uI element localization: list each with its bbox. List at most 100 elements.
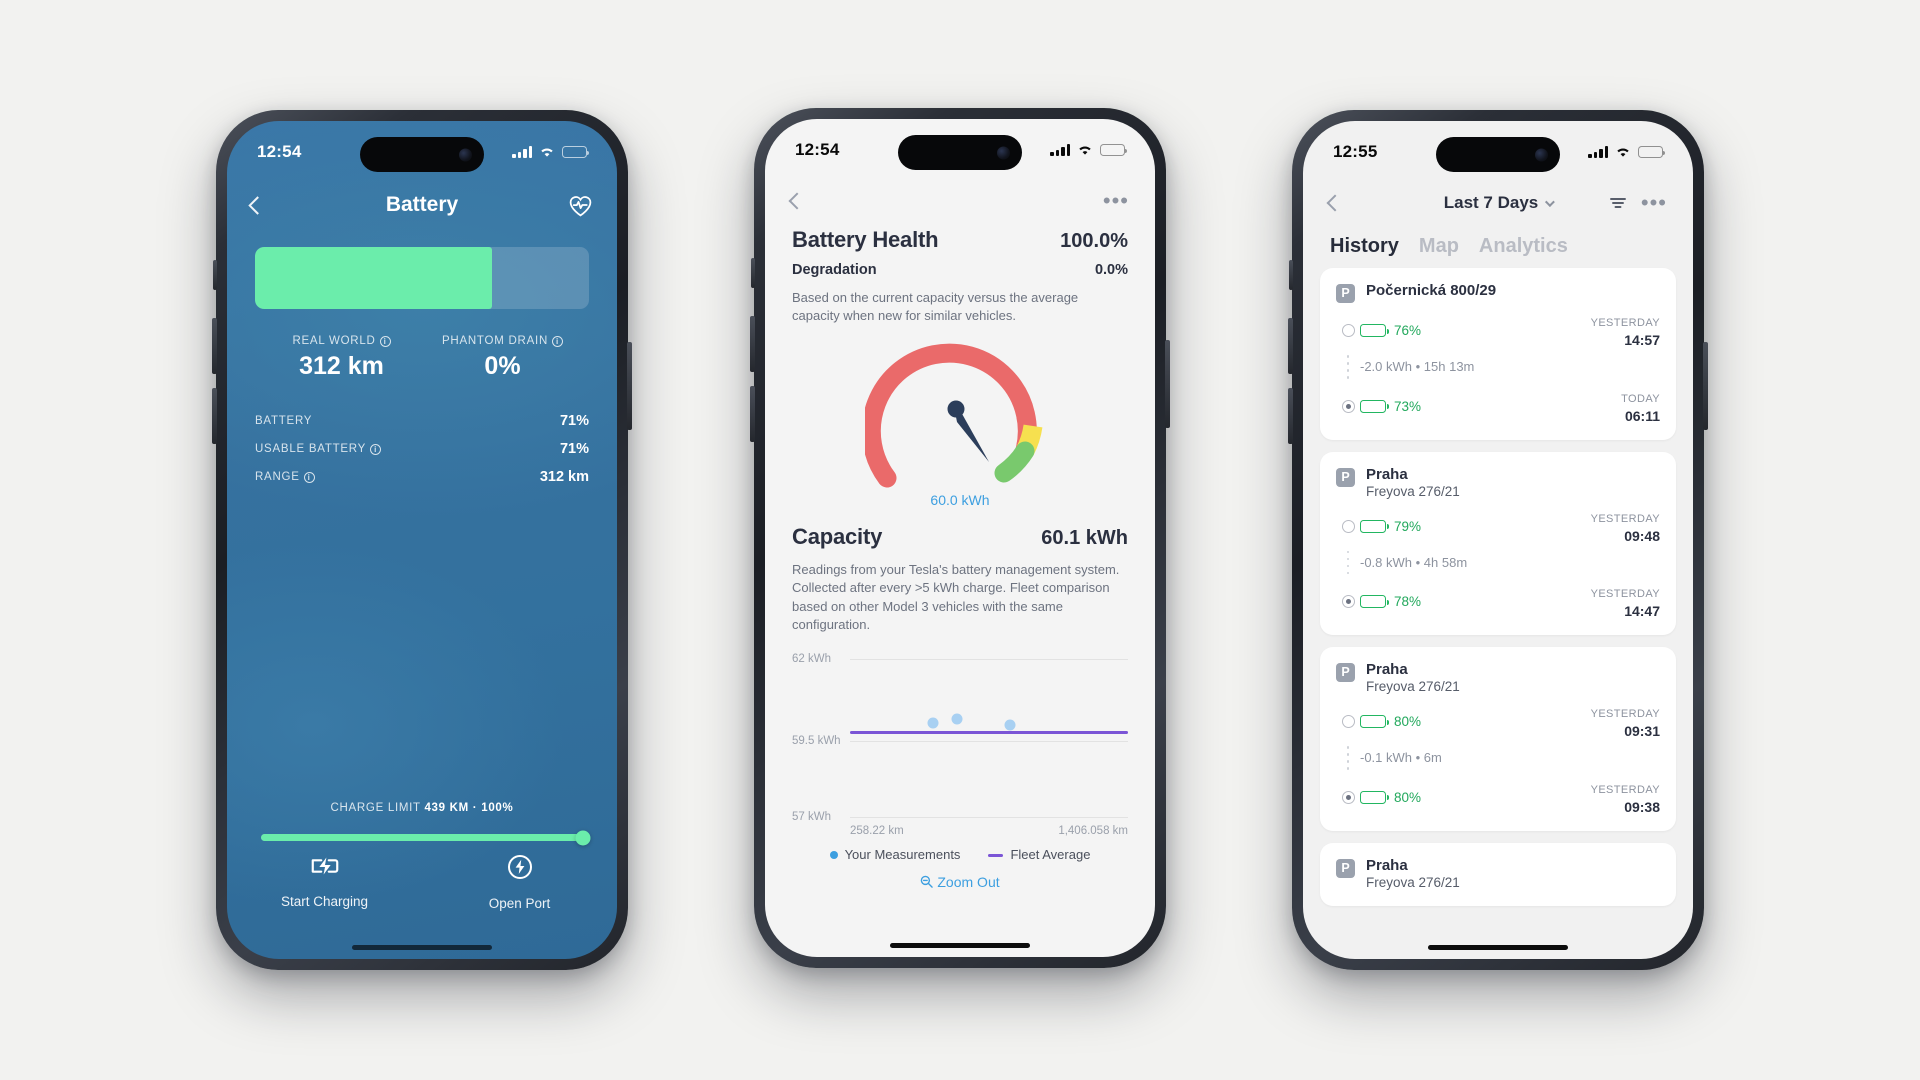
capacity-chart[interactable]: 62 kWh 59.5 kWh 57 kWh 258.22 km 1,406.0… [792, 649, 1128, 837]
battery-percent: 79% [1394, 518, 1422, 534]
y-tick-label: 59.5 kWh [792, 734, 841, 747]
metric-value: 312 km [299, 352, 384, 380]
metric-label: REAL WORLD [292, 335, 376, 347]
chart-legend: Your Measurements Fleet Average [765, 847, 1155, 862]
list-item[interactable]: P Počernická 800/29 76% YESTERDAY 14:57 … [1320, 268, 1676, 440]
action-bar: Start Charging Open Port [227, 854, 617, 911]
row-usable-battery: USABLE BATTERY i 71% [255, 435, 589, 463]
battery-health-button[interactable] [568, 194, 593, 217]
detail-rows: BATTERY 71% USABLE BATTERY i 71% RANGE i 3… [255, 407, 589, 491]
card-subtitle: Freyova 276/21 [1366, 483, 1460, 499]
row-label: BATTERY [255, 415, 313, 427]
fleet-average-line [850, 730, 1128, 734]
charge-limit-slider[interactable] [261, 830, 591, 845]
event-start: 80% YESTERDAY 09:31 [1336, 704, 1660, 739]
volume-down-button[interactable] [212, 388, 217, 444]
nav-bar: Battery [227, 177, 617, 233]
volume-up-button[interactable] [212, 318, 217, 374]
battery-bolt-icon [311, 857, 338, 875]
battery-level-fill [255, 247, 493, 309]
tab-map[interactable]: Map [1419, 235, 1459, 258]
home-indicator[interactable] [352, 945, 492, 950]
start-charging-button[interactable]: Start Charging [227, 854, 422, 911]
status-time: 12:54 [257, 142, 302, 161]
slider-knob[interactable] [575, 830, 591, 845]
battery-level-bar [255, 247, 589, 309]
info-icon[interactable]: i [370, 443, 382, 455]
metric-phantom-drain: PHANTOM DRAIN i 0% [422, 335, 583, 381]
degradation-value: 0.0% [1094, 262, 1128, 278]
event-day: YESTERDAY [1590, 512, 1660, 525]
volume-down-button[interactable] [750, 386, 755, 442]
home-indicator[interactable] [1428, 945, 1568, 950]
volume-down-button[interactable] [1288, 388, 1293, 444]
cellular-bars-icon [1588, 146, 1608, 158]
charge-limit-label: CHARGE LIMIT [330, 802, 421, 814]
volume-up-button[interactable] [750, 316, 755, 372]
power-button[interactable] [627, 342, 632, 430]
history-list[interactable]: P Počernická 800/29 76% YESTERDAY 14:57 … [1303, 268, 1693, 906]
wifi-icon [1079, 146, 1091, 155]
measurement-dot[interactable] [927, 717, 939, 729]
dynamic-island [898, 135, 1022, 170]
tab-analytics[interactable]: Analytics [1479, 235, 1568, 258]
home-indicator[interactable] [890, 943, 1030, 948]
measurement-dot[interactable] [1004, 719, 1016, 731]
mute-switch[interactable] [213, 260, 217, 290]
circle-outline-icon [1341, 324, 1355, 337]
battery-percent: 80% [1394, 714, 1422, 729]
list-item[interactable]: P Praha Freyova 276/21 80% YESTERDAY 09:… [1320, 647, 1676, 831]
mute-switch[interactable] [1289, 260, 1293, 290]
measurement-dot[interactable] [951, 713, 963, 725]
delta-row: -2.0 kWh • 15h 13m [1336, 355, 1660, 379]
tab-history[interactable]: History [1330, 235, 1399, 258]
status-time: 12:54 [795, 140, 840, 159]
list-item[interactable]: P Praha Freyova 276/21 [1320, 842, 1676, 906]
more-dots-icon[interactable]: ••• [1103, 190, 1129, 212]
more-dots-icon[interactable]: ••• [1641, 192, 1667, 214]
battery-icon [1360, 790, 1389, 804]
cellular-bars-icon [512, 146, 532, 158]
event-end: 73% TODAY 06:11 [1336, 389, 1660, 424]
circle-outline-icon [1341, 715, 1355, 728]
delta-row: -0.8 kWh • 4h 58m [1336, 550, 1660, 574]
power-button[interactable] [1703, 342, 1708, 430]
wifi-icon [541, 148, 553, 157]
metric-real-world: REAL WORLD i 312 km [261, 335, 422, 381]
capacity-title: Capacity [792, 523, 883, 549]
circle-filled-icon [1341, 399, 1355, 413]
capacity-section: Capacity 60.1 kWh Readings from your Tes… [765, 524, 1155, 635]
section-title: Battery Health [792, 227, 939, 252]
battery-icon [1638, 145, 1665, 159]
battery-health-section: Battery Health 100.0% Degradation 0.0% B… [765, 227, 1155, 326]
delta-text: -0.1 kWh • 6m [1360, 750, 1442, 766]
power-button[interactable] [1165, 340, 1170, 428]
front-camera-icon [997, 146, 1010, 159]
wifi-icon [1617, 148, 1629, 157]
battery-icon [1360, 324, 1389, 337]
event-start: 79% YESTERDAY 09:48 [1336, 509, 1660, 544]
x-tick-label: 258.22 km [850, 824, 904, 837]
chevron-down-icon [1545, 196, 1556, 207]
phone-battery-health: 12:54 ••• Battery Health 100.0% Degradat… [750, 108, 1170, 968]
volume-up-button[interactable] [1288, 318, 1293, 374]
list-item[interactable]: P Praha Freyova 276/21 79% YESTERDAY 09:… [1320, 451, 1676, 635]
row-label: USABLE BATTERY [255, 443, 367, 455]
info-icon[interactable]: i [303, 471, 315, 483]
open-port-button[interactable]: Open Port [422, 854, 617, 911]
row-value: 312 km [539, 469, 589, 485]
battery-health-screen: 12:54 ••• Battery Health 100.0% Degradat… [765, 119, 1155, 957]
filter-icon[interactable] [1609, 196, 1627, 210]
info-icon[interactable]: i [379, 335, 391, 347]
page-title: Battery [385, 193, 459, 216]
dynamic-island [360, 137, 484, 172]
event-start: 76% YESTERDAY 14:57 [1336, 313, 1660, 348]
event-end: 78% YESTERDAY 14:47 [1336, 584, 1660, 619]
mute-switch[interactable] [751, 258, 755, 288]
info-icon[interactable]: i [552, 335, 564, 347]
gauge-value-label: 60.0 kWh [930, 491, 990, 508]
y-tick-label: 57 kWh [792, 810, 831, 823]
back-button[interactable] [788, 192, 806, 210]
zoom-out-button[interactable]: Zoom Out [765, 874, 1155, 890]
card-subtitle: Freyova 276/21 [1366, 679, 1460, 694]
